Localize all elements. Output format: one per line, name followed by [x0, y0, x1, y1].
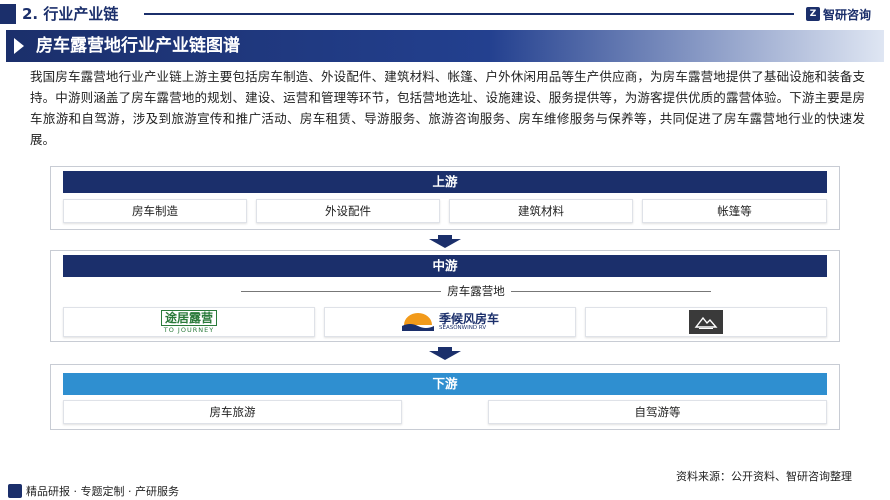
midstream-sublabel: 房车露营地: [241, 284, 711, 298]
top-bar: 2. 行业产业链 Z 智研咨询: [0, 0, 890, 28]
company-logo-card: 季候风房车 SEASONWIND RV: [324, 307, 576, 337]
midstream-logos: 途居露营 TO JOURNEY 季候风房车 SEASONWIND RV: [63, 307, 827, 337]
upstream-header: 上游: [63, 171, 827, 193]
downstream-item: 自驾游等: [488, 400, 827, 424]
midstream-header: 中游: [63, 255, 827, 277]
section-title: 2. 行业产业链: [22, 5, 119, 23]
header-divider: [144, 13, 794, 15]
sun-wave-icon: [401, 313, 434, 331]
brand-name: 智研咨询: [823, 7, 872, 22]
upstream-item: 建筑材料: [449, 199, 633, 223]
footer-tagline: 精品研报 · 专题定制 · 产研服务: [8, 483, 179, 499]
company-logo-card: [585, 307, 827, 337]
brand-logo-icon: Z: [806, 7, 820, 21]
play-arrow-icon: [14, 38, 24, 54]
sublabel-text: 房车露营地: [441, 284, 511, 298]
page-heading-band: 房车露营地行业产业链图谱: [6, 30, 884, 62]
upstream-item: 帐篷等: [642, 199, 827, 223]
down-arrow-icon: [429, 239, 461, 248]
source-note: 资料来源：公开资料、智研咨询整理: [676, 470, 852, 483]
downstream-items: 房车旅游 自驾游等: [63, 400, 827, 424]
downstream-item: 房车旅游: [63, 400, 402, 424]
to-journey-logo: 途居露营 TO JOURNEY: [160, 310, 217, 335]
downstream-panel: 下游 房车旅游 自驾游等: [50, 364, 840, 430]
upstream-panel: 上游 房车制造 外设配件 建筑材料 帐篷等: [50, 166, 840, 230]
footer-tagline-text: 精品研报 · 专题定制 · 产研服务: [26, 485, 179, 498]
page-title: 房车露营地行业产业链图谱: [36, 36, 240, 56]
logo-sub-text: TO JOURNEY: [163, 326, 215, 335]
down-arrow-icon: [429, 351, 461, 360]
company-logo-card: 途居露营 TO JOURNEY: [63, 307, 315, 337]
seasonwind-logo: 季候风房车 SEASONWIND RV: [401, 311, 499, 333]
midstream-panel: 中游 房车露营地 途居露营 TO JOURNEY 季候风房车 SEASONWIN…: [50, 250, 840, 342]
camp-mountain-logo: [689, 310, 723, 334]
logo-sub-text: SEASONWIND RV: [438, 324, 487, 331]
section-marker: [0, 4, 16, 24]
downstream-header: 下游: [63, 373, 827, 395]
brand-mark-icon: [8, 484, 22, 498]
mountain-icon: [694, 316, 718, 329]
upstream-item: 外设配件: [256, 199, 440, 223]
brand-logo: Z 智研咨询: [806, 5, 871, 23]
logo-main-text: 途居露营: [160, 310, 217, 327]
logo-main-text: 季候风房车: [438, 311, 499, 326]
intro-paragraph: 我国房车露营地行业产业链上游主要包括房车制造、外设配件、建筑材料、帐篷、户外休闲…: [30, 69, 865, 147]
upstream-items: 房车制造 外设配件 建筑材料 帐篷等: [63, 199, 827, 223]
upstream-item: 房车制造: [63, 199, 247, 223]
